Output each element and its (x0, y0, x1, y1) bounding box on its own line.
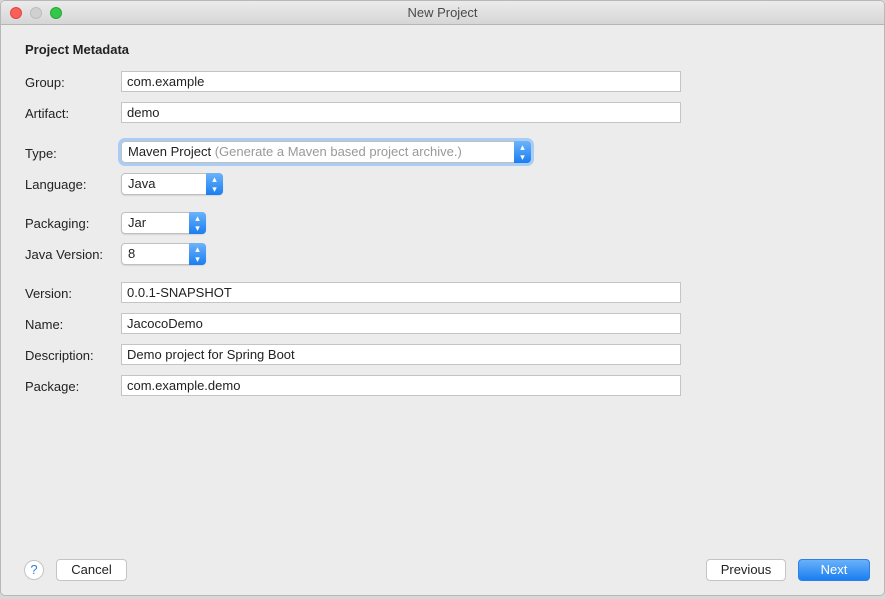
previous-button[interactable]: Previous (706, 559, 786, 581)
minimize-window-icon[interactable] (30, 7, 42, 19)
chevron-updown-icon: ▴ ▾ (189, 243, 206, 265)
language-label: Language: (25, 177, 87, 192)
section-title: Project Metadata (25, 42, 130, 57)
language-select[interactable]: Java ▴ ▾ (121, 173, 223, 195)
cancel-button[interactable]: Cancel (56, 559, 127, 581)
type-label: Type: (25, 146, 57, 161)
language-value: Java (128, 176, 156, 191)
description-label: Description: (25, 348, 94, 363)
new-project-dialog: New Project Project Metadata Group: com.… (0, 0, 885, 596)
title-bar: New Project (1, 1, 884, 25)
zoom-window-icon[interactable] (50, 7, 62, 19)
artifact-label: Artifact: (25, 106, 70, 121)
help-button[interactable]: ? (24, 560, 44, 580)
package-input[interactable]: com.example.demo (121, 375, 681, 396)
name-label: Name: (25, 317, 64, 332)
group-label: Group: (25, 75, 65, 90)
java-version-value: 8 (128, 246, 136, 261)
type-value: Maven Project (128, 144, 212, 159)
java-version-label: Java Version: (25, 247, 104, 262)
close-window-icon[interactable] (10, 7, 22, 19)
package-label: Package: (25, 379, 80, 394)
version-input[interactable]: 0.0.1-SNAPSHOT (121, 282, 681, 303)
version-label: Version: (25, 286, 72, 301)
description-input[interactable]: Demo project for Spring Boot (121, 344, 681, 365)
artifact-input[interactable]: demo (121, 102, 681, 123)
group-input[interactable]: com.example (121, 71, 681, 92)
chevron-updown-icon: ▴ ▾ (514, 141, 531, 163)
java-version-select[interactable]: 8 ▴ ▾ (121, 243, 206, 265)
chevron-updown-icon: ▴ ▾ (189, 212, 206, 234)
type-hint: (Generate a Maven based project archive.… (214, 144, 462, 159)
type-select[interactable]: Maven Project (Generate a Maven based pr… (121, 141, 531, 163)
name-input[interactable]: JacocoDemo (121, 313, 681, 334)
packaging-label: Packaging: (25, 216, 90, 231)
chevron-updown-icon: ▴ ▾ (206, 173, 223, 195)
packaging-value: Jar (128, 215, 147, 230)
window-title: New Project (407, 5, 478, 20)
next-button[interactable]: Next (798, 559, 870, 581)
packaging-select[interactable]: Jar ▴ ▾ (121, 212, 206, 234)
